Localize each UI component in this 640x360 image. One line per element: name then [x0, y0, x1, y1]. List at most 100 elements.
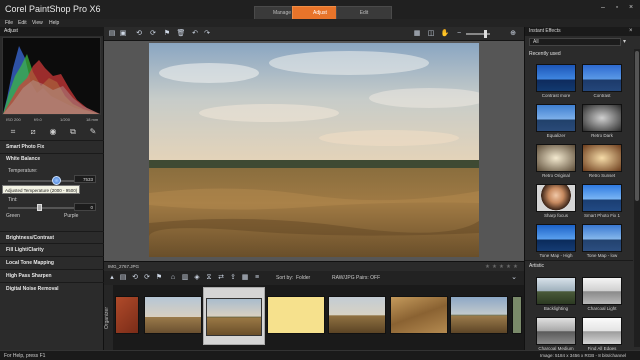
high-pass-sharpen-item[interactable]: High Pass Sharpen — [0, 269, 104, 281]
sort-folder-dropdown[interactable]: Folder — [296, 275, 310, 281]
organizer-side-tab[interactable]: Organizer — [104, 285, 113, 350]
effects-scrollbar-thumb[interactable] — [635, 51, 639, 201]
effect-charcoal-medium[interactable]: Charcoal Medium — [536, 317, 576, 351]
rating-star-icon[interactable]: ★ — [499, 264, 504, 270]
effect-retro-dark[interactable]: Retro Dark — [582, 104, 622, 138]
undo-icon[interactable]: ↶ — [190, 29, 200, 39]
menu-edit[interactable]: Edit — [18, 19, 27, 27]
rating-star-icon[interactable]: ★ — [492, 264, 497, 270]
status-image-info: Image: 5184 x 3456 x RGB - 8 bits/channe… — [540, 353, 627, 358]
close-icon[interactable]: × — [626, 3, 636, 12]
rotate-right-icon[interactable]: ⟳ — [148, 29, 158, 39]
thumbnail[interactable] — [450, 296, 508, 334]
compare-icon[interactable]: ⧖ — [204, 273, 214, 283]
thumbnail[interactable] — [390, 296, 448, 334]
effect-tone-map-low[interactable]: Tone Map - low — [582, 224, 622, 258]
photo-field-landscape[interactable] — [149, 43, 479, 257]
save-as-icon[interactable]: ▣ — [118, 29, 128, 39]
zoom-out-icon[interactable]: − — [454, 29, 464, 39]
clone-icon[interactable]: ⧉ — [68, 127, 78, 137]
rating-star-icon[interactable]: ★ — [506, 264, 511, 270]
brightness-contrast-item[interactable]: Brightness/Contrast — [0, 231, 104, 243]
save-icon[interactable]: ▤ — [107, 29, 117, 39]
menu-help[interactable]: Help — [49, 19, 59, 27]
map-icon[interactable]: ◈ — [192, 273, 202, 283]
thumbnail[interactable] — [328, 296, 386, 334]
menu-file[interactable]: File — [5, 19, 13, 27]
tag-icon[interactable]: ⌂ — [168, 273, 178, 283]
rotate-left-icon[interactable]: ⟲ — [130, 273, 140, 283]
white-balance-item[interactable]: White Balance — [6, 156, 40, 162]
effect-charcoal-light[interactable]: Charcoal Light — [582, 277, 622, 311]
effect-sharp-focus[interactable]: Sharp focus — [536, 184, 576, 218]
sort-by-label: Sort by: — [276, 275, 294, 281]
list-icon[interactable]: ≡ — [252, 273, 262, 283]
grid-icon[interactable]: ▦ — [240, 273, 250, 283]
retouch-icon[interactable]: ✎ — [88, 127, 98, 137]
rating-star-icon[interactable]: ★ — [485, 264, 490, 270]
temperature-slider-handle[interactable] — [52, 176, 61, 185]
effect-find-all-edges[interactable]: Find All Edges — [582, 317, 622, 351]
thumbnail[interactable] — [144, 296, 202, 334]
temperature-label: Temperature: — [8, 168, 38, 174]
share-icon[interactable]: ⇪ — [228, 273, 238, 283]
tint-slider-handle[interactable] — [37, 204, 42, 211]
fill-light-clarity-item[interactable]: Fill Light/Clarity — [0, 243, 104, 255]
effect-smart-photo-fix-1[interactable]: Smart Photo Fix 1 — [582, 184, 622, 218]
straighten-icon[interactable]: ⧄ — [28, 127, 38, 137]
thumbnail[interactable] — [512, 296, 522, 334]
folder-icon[interactable]: ▤ — [118, 273, 128, 283]
title-bar: Corel PaintShop Pro X6 Manage Adjust Edi… — [0, 0, 640, 19]
tint-value[interactable]: 0 — [74, 203, 96, 211]
thumbnail[interactable] — [115, 296, 139, 334]
delete-icon[interactable]: ▥ — [180, 273, 190, 283]
zoom-slider-handle[interactable] — [484, 30, 487, 38]
effect-contrast[interactable]: Contrast — [582, 64, 622, 98]
temperature-value[interactable]: 7533 — [74, 175, 96, 183]
organizer-strip: Organizer — [104, 285, 524, 350]
menu-view[interactable]: View — [32, 19, 43, 27]
temperature-slider[interactable] — [8, 180, 74, 182]
view-single-icon[interactable]: ▦ — [412, 29, 422, 39]
delete-icon[interactable]: 🗑 — [176, 29, 186, 39]
panel-close-icon[interactable]: × — [629, 28, 633, 34]
effects-category-select[interactable]: All — [529, 38, 621, 46]
collapse-icon[interactable]: ▴ — [107, 273, 117, 283]
local-tone-mapping-item[interactable]: Local Tone Mapping — [0, 256, 104, 268]
status-bar: For Help, press F1 Image: 5184 x 3456 x … — [0, 350, 640, 360]
effect-contrast-more[interactable]: Contrast more — [536, 64, 576, 98]
rotate-left-icon[interactable]: ⟲ — [134, 29, 144, 39]
raw-jpg-pairs-toggle[interactable]: RAW/JPG Pairs: OFF — [332, 275, 380, 281]
smart-photo-fix-item[interactable]: Smart Photo Fix — [6, 144, 44, 150]
effect-retro-original[interactable]: Retro Original — [536, 144, 576, 178]
pan-icon[interactable]: ✋ — [440, 29, 450, 39]
image-canvas[interactable] — [104, 41, 524, 261]
aperture-stat: f/9.0 — [34, 117, 42, 122]
tab-edit[interactable]: Edit — [336, 6, 392, 19]
digital-noise-removal-item[interactable]: Digital Noise Removal — [0, 282, 104, 294]
effect-backlighting[interactable]: Backlighting — [536, 277, 576, 311]
zoom-in-icon[interactable]: ⊕ — [508, 29, 518, 39]
flag-icon[interactable]: ⚑ — [154, 273, 164, 283]
effect-tone-map-high[interactable]: Tone Map - High — [536, 224, 576, 258]
chevron-down-icon[interactable]: ⌄ — [509, 273, 519, 283]
rotate-right-icon[interactable]: ⟳ — [142, 273, 152, 283]
instant-effects-header: Instant Effects — [525, 27, 640, 36]
flag-icon[interactable]: ⚑ — [162, 29, 172, 39]
flip-icon[interactable]: ⇄ — [216, 273, 226, 283]
dropdown-arrow-icon[interactable]: ▾ — [623, 38, 626, 45]
thumbnail[interactable] — [267, 296, 325, 334]
maximize-icon[interactable]: ▫ — [612, 3, 622, 12]
histogram — [2, 37, 101, 115]
histogram-graph — [3, 46, 100, 114]
thumbnail-selected[interactable] — [203, 287, 265, 345]
minimize-icon[interactable]: – — [598, 3, 608, 12]
app-title: Corel PaintShop Pro X6 — [5, 4, 101, 14]
crop-icon[interactable]: ⌗ — [8, 127, 18, 137]
effect-retro-sunset[interactable]: Retro Sunset — [582, 144, 622, 178]
effect-equalizer[interactable]: Equalizer — [536, 104, 576, 138]
red-eye-icon[interactable]: ◉ — [48, 127, 58, 137]
view-compare-icon[interactable]: ◫ — [426, 29, 436, 39]
redo-icon[interactable]: ↷ — [202, 29, 212, 39]
rating-star-icon[interactable]: ★ — [513, 264, 518, 270]
